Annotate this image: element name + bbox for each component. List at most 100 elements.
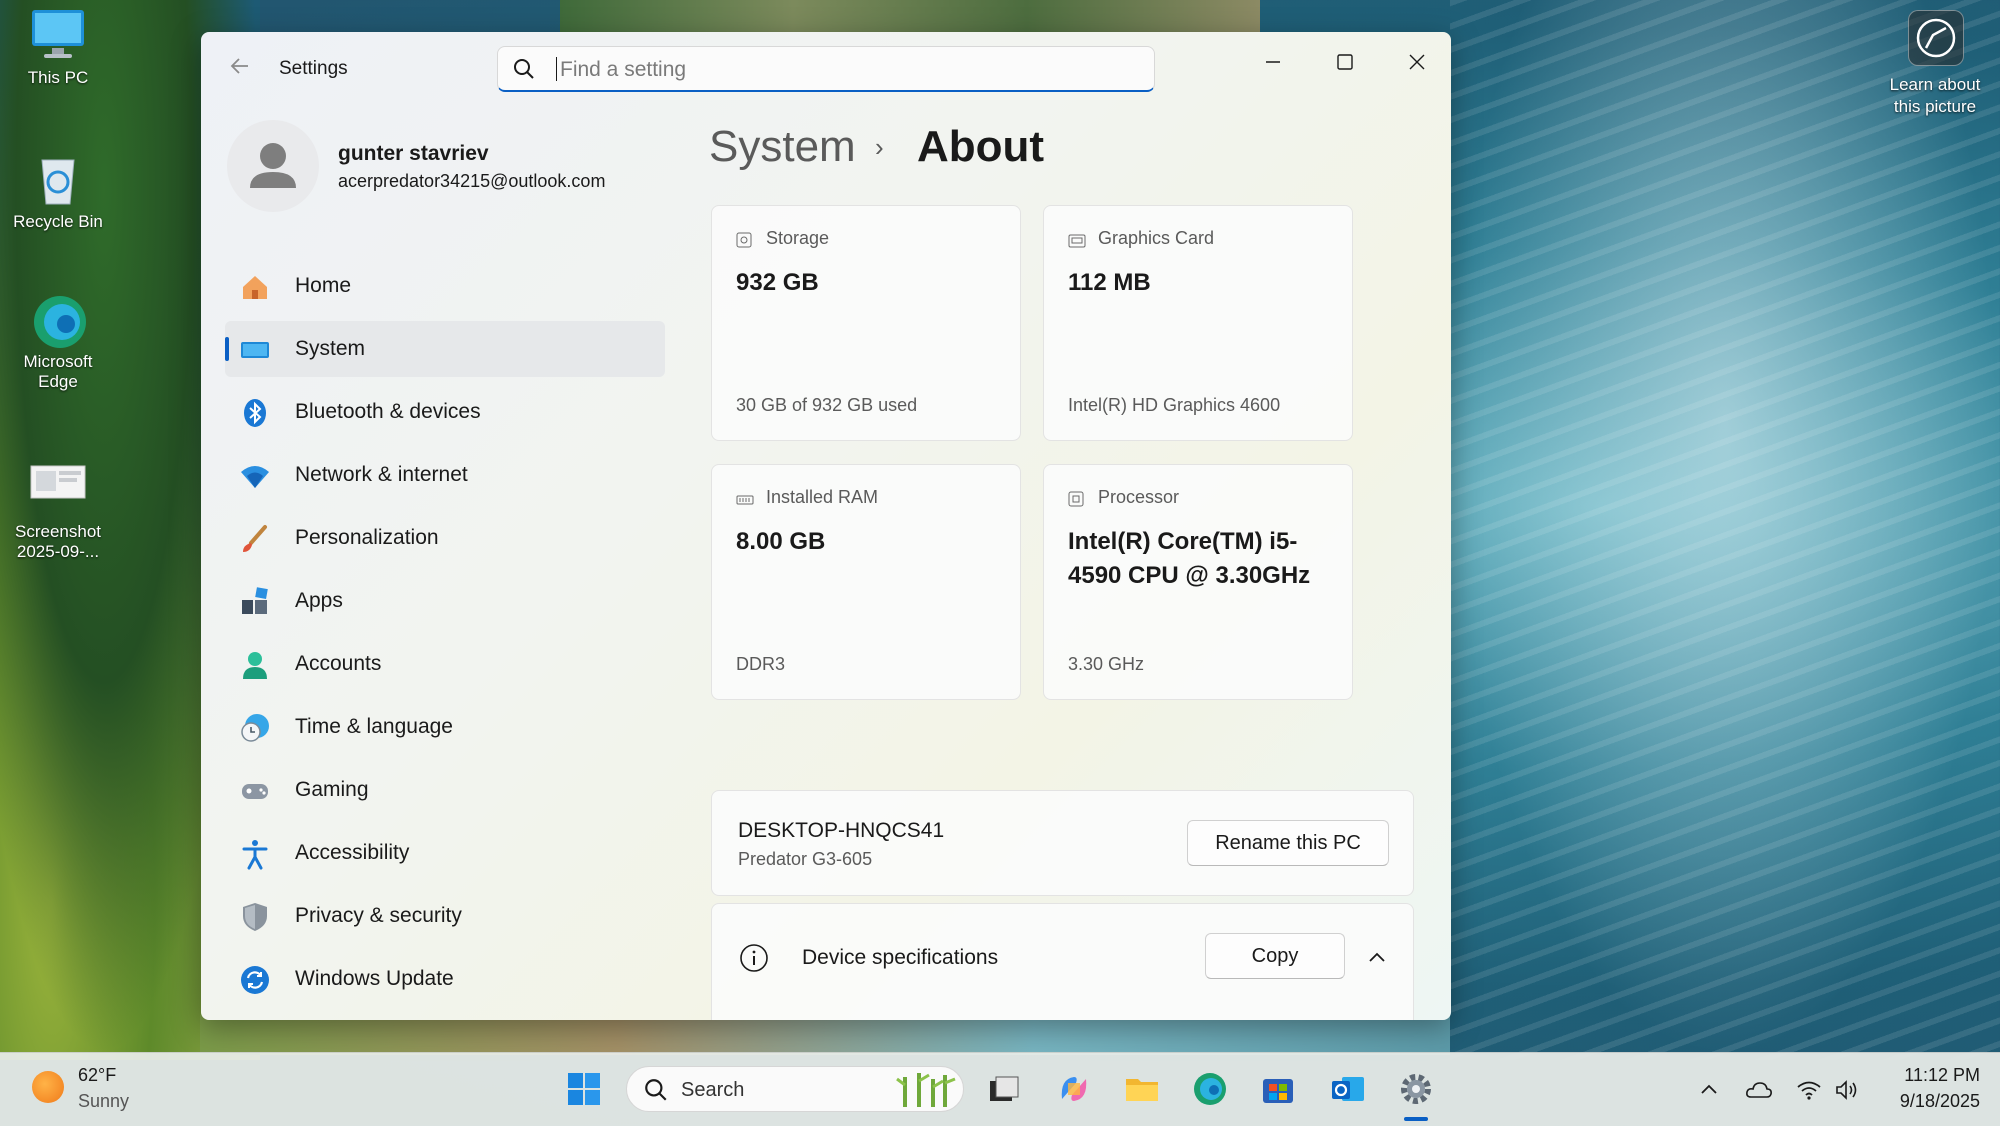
monitor-icon <box>28 8 88 62</box>
sidebar-item-bluetooth[interactable]: Bluetooth & devices <box>225 384 665 440</box>
sidebar-item-privacy[interactable]: Privacy & security <box>225 888 665 944</box>
breadcrumb-parent[interactable]: System <box>709 122 856 171</box>
card-header: Storage <box>736 228 829 249</box>
wifi-icon <box>1797 1081 1821 1100</box>
sidebar-item-label: Personalization <box>295 526 439 549</box>
outlook-button[interactable] <box>1326 1067 1370 1111</box>
camera-icon <box>1916 18 1956 58</box>
taskbar-search[interactable]: Search <box>626 1066 964 1112</box>
sidebar-nav: Home System Bluetooth & devices Network … <box>225 258 665 1014</box>
card-detail: Intel(R) HD Graphics 4600 <box>1068 395 1281 415</box>
desktop-icon-screenshot[interactable]: Screenshot 2025-09-... <box>8 462 108 563</box>
file-explorer-button[interactable] <box>1120 1067 1164 1111</box>
start-icon <box>568 1073 600 1105</box>
desktop-icon-edge[interactable]: Microsoft Edge <box>8 292 108 393</box>
back-arrow-icon <box>230 58 248 74</box>
sidebar-item-accounts[interactable]: Accounts <box>225 636 665 692</box>
onedrive-button[interactable] <box>1744 1075 1774 1105</box>
pc-name-section: DESKTOP-HNQCS41 Predator G3-605 Rename t… <box>711 790 1414 896</box>
desktop-icon-recycle-bin[interactable]: Recycle Bin <box>8 152 108 232</box>
update-icon <box>239 964 271 996</box>
sidebar-item-label: Bluetooth & devices <box>295 400 481 423</box>
card-value: 932 GB <box>736 269 819 296</box>
learn-about-picture-button[interactable] <box>1908 10 1964 66</box>
clock-time[interactable]: 11:12 PM <box>1880 1065 1980 1086</box>
file-explorer-icon <box>1126 1079 1158 1101</box>
sidebar-item-label: Windows Update <box>295 967 454 990</box>
sun-icon[interactable] <box>32 1071 64 1103</box>
avatar[interactable] <box>227 120 319 212</box>
start-button[interactable] <box>562 1067 606 1111</box>
storage-card: Storage 932 GB 30 GB of 932 GB used <box>711 205 1021 441</box>
taskbar-search-label: Search <box>681 1079 745 1101</box>
sidebar-item-network[interactable]: Network & internet <box>225 447 665 503</box>
desktop-icon-label: Microsoft Edge <box>23 352 93 392</box>
task-view-icon <box>990 1076 1019 1101</box>
shield-icon <box>239 901 271 933</box>
page-title: About <box>917 122 1045 171</box>
clock-date[interactable]: 9/18/2025 <box>1880 1091 1980 1112</box>
sidebar-item-personalization[interactable]: Personalization <box>225 510 665 566</box>
copilot-icon <box>1061 1077 1087 1101</box>
minimize-button[interactable] <box>1247 44 1299 80</box>
accessibility-icon <box>239 838 271 870</box>
sidebar-item-accessibility[interactable]: Accessibility <box>225 825 665 881</box>
maximize-button[interactable] <box>1319 44 1371 80</box>
sidebar-item-label: Apps <box>295 589 343 612</box>
copilot-button[interactable] <box>1052 1067 1096 1111</box>
weather-temperature[interactable]: 62°F <box>78 1065 116 1086</box>
back-button[interactable] <box>223 54 257 82</box>
user-silhouette-icon <box>250 143 296 188</box>
sidebar-item-label: Time & language <box>295 715 453 738</box>
card-title: Installed RAM <box>766 487 879 507</box>
storage-icon <box>736 232 752 247</box>
maximize-icon <box>1337 54 1353 70</box>
task-view-button[interactable] <box>982 1067 1026 1111</box>
weather-condition[interactable]: Sunny <box>78 1091 129 1112</box>
sidebar-item-system[interactable]: System <box>225 321 665 377</box>
rename-pc-button[interactable]: Rename this PC <box>1187 820 1389 866</box>
sidebar-item-label: Gaming <box>295 778 369 801</box>
chevron-up-icon[interactable] <box>1366 946 1388 973</box>
app-title: Settings <box>279 58 348 79</box>
sidebar-item-time-language[interactable]: Time & language <box>225 699 665 755</box>
sidebar-item-label: Privacy & security <box>295 904 462 927</box>
bluetooth-icon <box>239 397 271 429</box>
card-header: Processor <box>1068 487 1179 508</box>
device-specifications-section[interactable]: Device specifications Copy <box>711 903 1414 1020</box>
volume-button[interactable] <box>1832 1075 1862 1105</box>
text-caret <box>556 57 557 81</box>
settings-search[interactable] <box>497 46 1155 92</box>
info-icon <box>738 942 770 979</box>
sidebar-item-home[interactable]: Home <box>225 258 665 314</box>
breadcrumb: System › About <box>709 122 1044 172</box>
system-icon <box>239 334 271 366</box>
close-button[interactable] <box>1391 44 1443 80</box>
card-value: 112 MB <box>1068 269 1151 296</box>
sidebar-item-apps[interactable]: Apps <box>225 573 665 629</box>
sidebar-item-windows-update[interactable]: Windows Update <box>225 951 665 1007</box>
card-detail: 3.30 GHz <box>1068 654 1145 674</box>
network-button[interactable] <box>1794 1075 1824 1105</box>
graphics-card-icon <box>1068 232 1086 247</box>
image-file-icon <box>28 462 88 516</box>
active-indicator <box>225 337 229 361</box>
settings-button[interactable] <box>1394 1067 1438 1111</box>
sidebar-item-gaming[interactable]: Gaming <box>225 762 665 818</box>
processor-card: Processor Intel(R) Core(TM) i5-4590 CPU … <box>1043 464 1353 700</box>
card-value: 8.00 GB <box>736 528 826 555</box>
sidebar-item-label: Home <box>295 274 352 297</box>
card-title: Graphics Card <box>1098 228 1215 248</box>
sidebar-item-label: Network & internet <box>295 463 468 486</box>
copy-button[interactable]: Copy <box>1205 933 1345 979</box>
search-icon <box>643 1077 669 1108</box>
search-input[interactable] <box>558 55 1132 85</box>
minimize-icon <box>1266 61 1280 63</box>
desktop-icon-this-pc[interactable]: This PC <box>8 8 108 88</box>
edge-button[interactable] <box>1188 1067 1232 1111</box>
store-button[interactable] <box>1256 1067 1300 1111</box>
learn-about-picture-label[interactable]: Learn about this picture <box>1880 74 1990 118</box>
show-hidden-icons-button[interactable] <box>1694 1075 1724 1105</box>
chevron-right-icon: › <box>875 132 884 162</box>
card-header: Installed RAM <box>736 487 878 508</box>
